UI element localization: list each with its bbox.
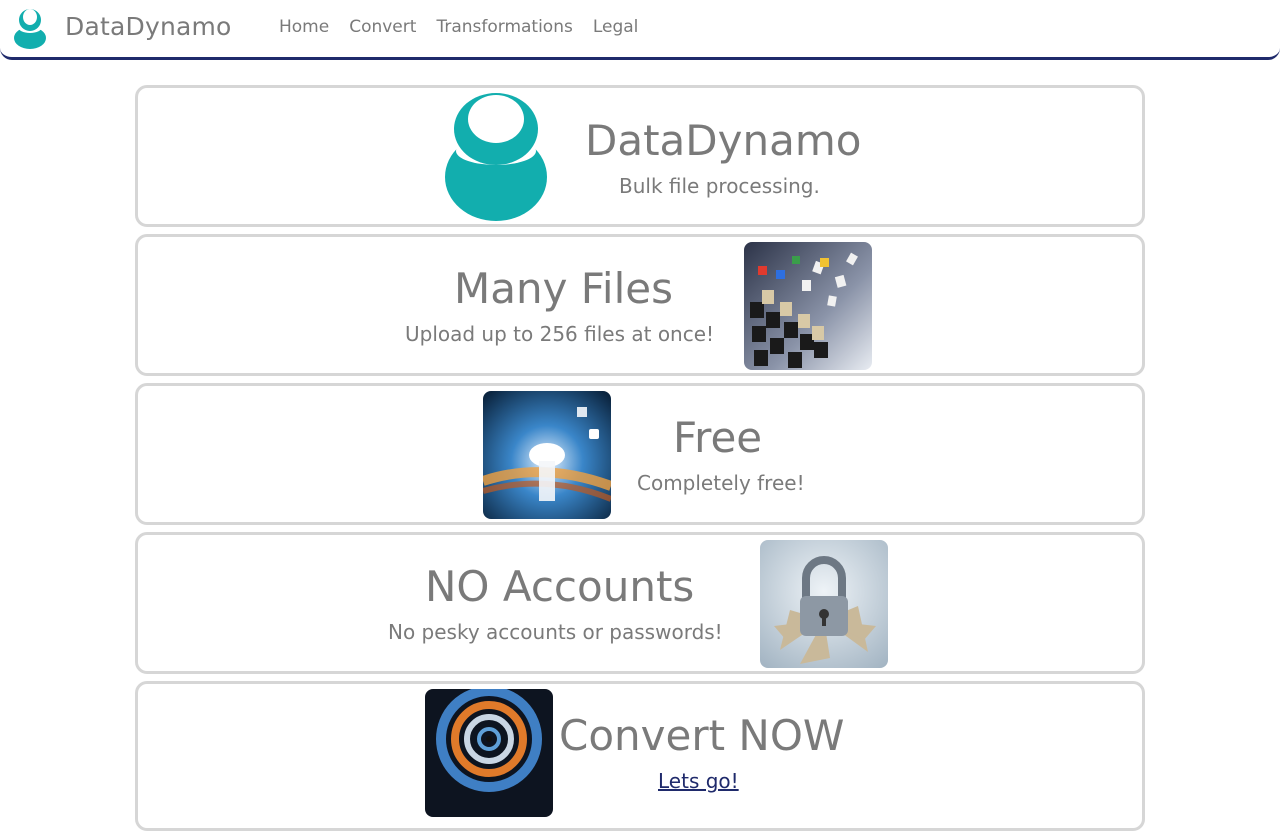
swirl-image	[425, 689, 553, 817]
feature-subtitle: No pesky accounts or passwords!	[388, 620, 723, 644]
hero-card: DataDynamo Bulk file processing.	[135, 85, 1145, 227]
padlock-image	[760, 540, 888, 668]
top-navbar: DataDynamo Home Convert Transformations …	[0, 0, 1280, 60]
cta-card: Convert NOW Lets go!	[135, 681, 1145, 831]
cta-title: Convert NOW	[559, 711, 845, 760]
nav-link-legal[interactable]: Legal	[593, 17, 639, 37]
lets-go-link[interactable]: Lets go!	[658, 769, 739, 793]
feature-subtitle: Upload up to 256 files at once!	[405, 322, 715, 346]
many-files-image	[744, 242, 872, 370]
feature-card-no-accounts: NO Accounts No pesky accounts or passwor…	[135, 532, 1145, 674]
feature-title: Many Files	[454, 264, 673, 313]
feature-title: NO Accounts	[425, 562, 695, 611]
feature-title: Free	[673, 413, 763, 462]
nav-links: Home Convert Transformations Legal	[279, 17, 638, 37]
hero-subtitle: Bulk file processing.	[619, 174, 820, 198]
hero-title: DataDynamo	[585, 116, 862, 165]
feature-card-free: Free Completely free!	[135, 383, 1145, 525]
nav-link-convert[interactable]: Convert	[349, 17, 416, 37]
nav-link-transformations[interactable]: Transformations	[436, 17, 572, 37]
nav-link-home[interactable]: Home	[279, 17, 329, 37]
feature-subtitle: Completely free!	[637, 471, 805, 495]
feature-card-many-files: Many Files Upload up to 256 files at onc…	[135, 234, 1145, 376]
datadynamo-logo-icon[interactable]	[13, 8, 47, 50]
brand-name[interactable]: DataDynamo	[65, 12, 232, 41]
free-image	[483, 391, 611, 519]
datadynamo-logo-icon	[445, 93, 547, 221]
